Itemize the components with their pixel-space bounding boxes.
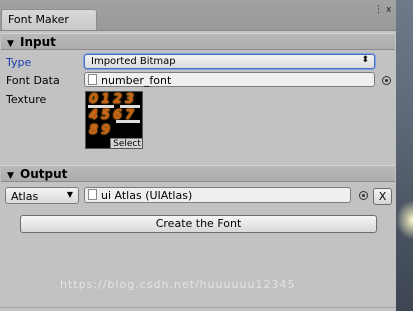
input-section-title: Input bbox=[20, 35, 56, 49]
bottom-divider bbox=[0, 307, 396, 308]
collapse-triangle-icon: ▼ bbox=[7, 39, 14, 49]
atlas-field-value: ui Atlas (UIAtlas) bbox=[101, 189, 193, 202]
atlas-dropdown-value: Atlas bbox=[11, 190, 39, 203]
glyph: 9 bbox=[101, 123, 111, 138]
updown-arrows-icon: ⬍ bbox=[361, 55, 369, 65]
collapse-triangle-icon: ▼ bbox=[7, 171, 14, 181]
scene-background bbox=[396, 0, 413, 311]
object-picker-icon[interactable] bbox=[382, 76, 391, 85]
font-data-label: Font Data bbox=[6, 74, 60, 87]
texture-label: Texture bbox=[6, 93, 47, 106]
tab-title: Font Maker bbox=[8, 13, 69, 26]
object-picker-icon[interactable] bbox=[359, 191, 368, 200]
glyph: 6 bbox=[113, 108, 123, 123]
font-maker-window: Font Maker ⋮ x ▼ Input Type Imported Bitm… bbox=[0, 0, 396, 311]
output-section-title: Output bbox=[20, 167, 68, 181]
watermark: https://blog.csdn.net/huuuuuu12345 bbox=[60, 278, 296, 291]
dropdown-arrow-icon: ▼ bbox=[66, 190, 73, 199]
text-asset-icon bbox=[88, 74, 97, 85]
glyph: 0 bbox=[89, 92, 99, 107]
texture-select-button[interactable]: Select bbox=[110, 138, 142, 148]
type-label: Type bbox=[6, 56, 32, 69]
input-section-header[interactable]: ▼ Input bbox=[1, 33, 395, 50]
type-select-value: Imported Bitmap bbox=[91, 56, 176, 67]
glyph: 3 bbox=[125, 92, 135, 107]
glyph: 4 bbox=[89, 108, 99, 123]
glyph: 5 bbox=[101, 108, 111, 123]
script-asset-icon bbox=[88, 189, 97, 200]
glyph: 7 bbox=[125, 108, 135, 123]
create-font-button[interactable]: Create the Font bbox=[20, 215, 377, 233]
type-select[interactable]: Imported Bitmap ⬍ bbox=[84, 54, 375, 69]
texture-thumbnail[interactable]: 0 1 2 3 4 5 6 7 8 9 Select bbox=[85, 91, 143, 149]
glyph: 1 bbox=[101, 92, 111, 107]
output-section-header[interactable]: ▼ Output bbox=[1, 165, 395, 182]
window-menu-icon[interactable]: ⋮ bbox=[374, 6, 383, 15]
window-close-icon[interactable]: x bbox=[386, 6, 391, 15]
atlas-dropdown[interactable]: Atlas ▼ bbox=[5, 187, 79, 204]
font-data-value: number_font bbox=[101, 74, 172, 87]
tab-bar: Font Maker ⋮ x bbox=[0, 0, 396, 31]
font-data-field[interactable]: number_font bbox=[84, 72, 375, 87]
tab-font-maker[interactable]: Font Maker bbox=[1, 9, 97, 30]
atlas-object-field[interactable]: ui Atlas (UIAtlas) bbox=[84, 187, 351, 203]
clear-atlas-button[interactable]: X bbox=[373, 188, 392, 205]
glyph: 8 bbox=[89, 123, 99, 138]
glyph: 2 bbox=[113, 92, 123, 107]
light-glow bbox=[396, 200, 413, 240]
